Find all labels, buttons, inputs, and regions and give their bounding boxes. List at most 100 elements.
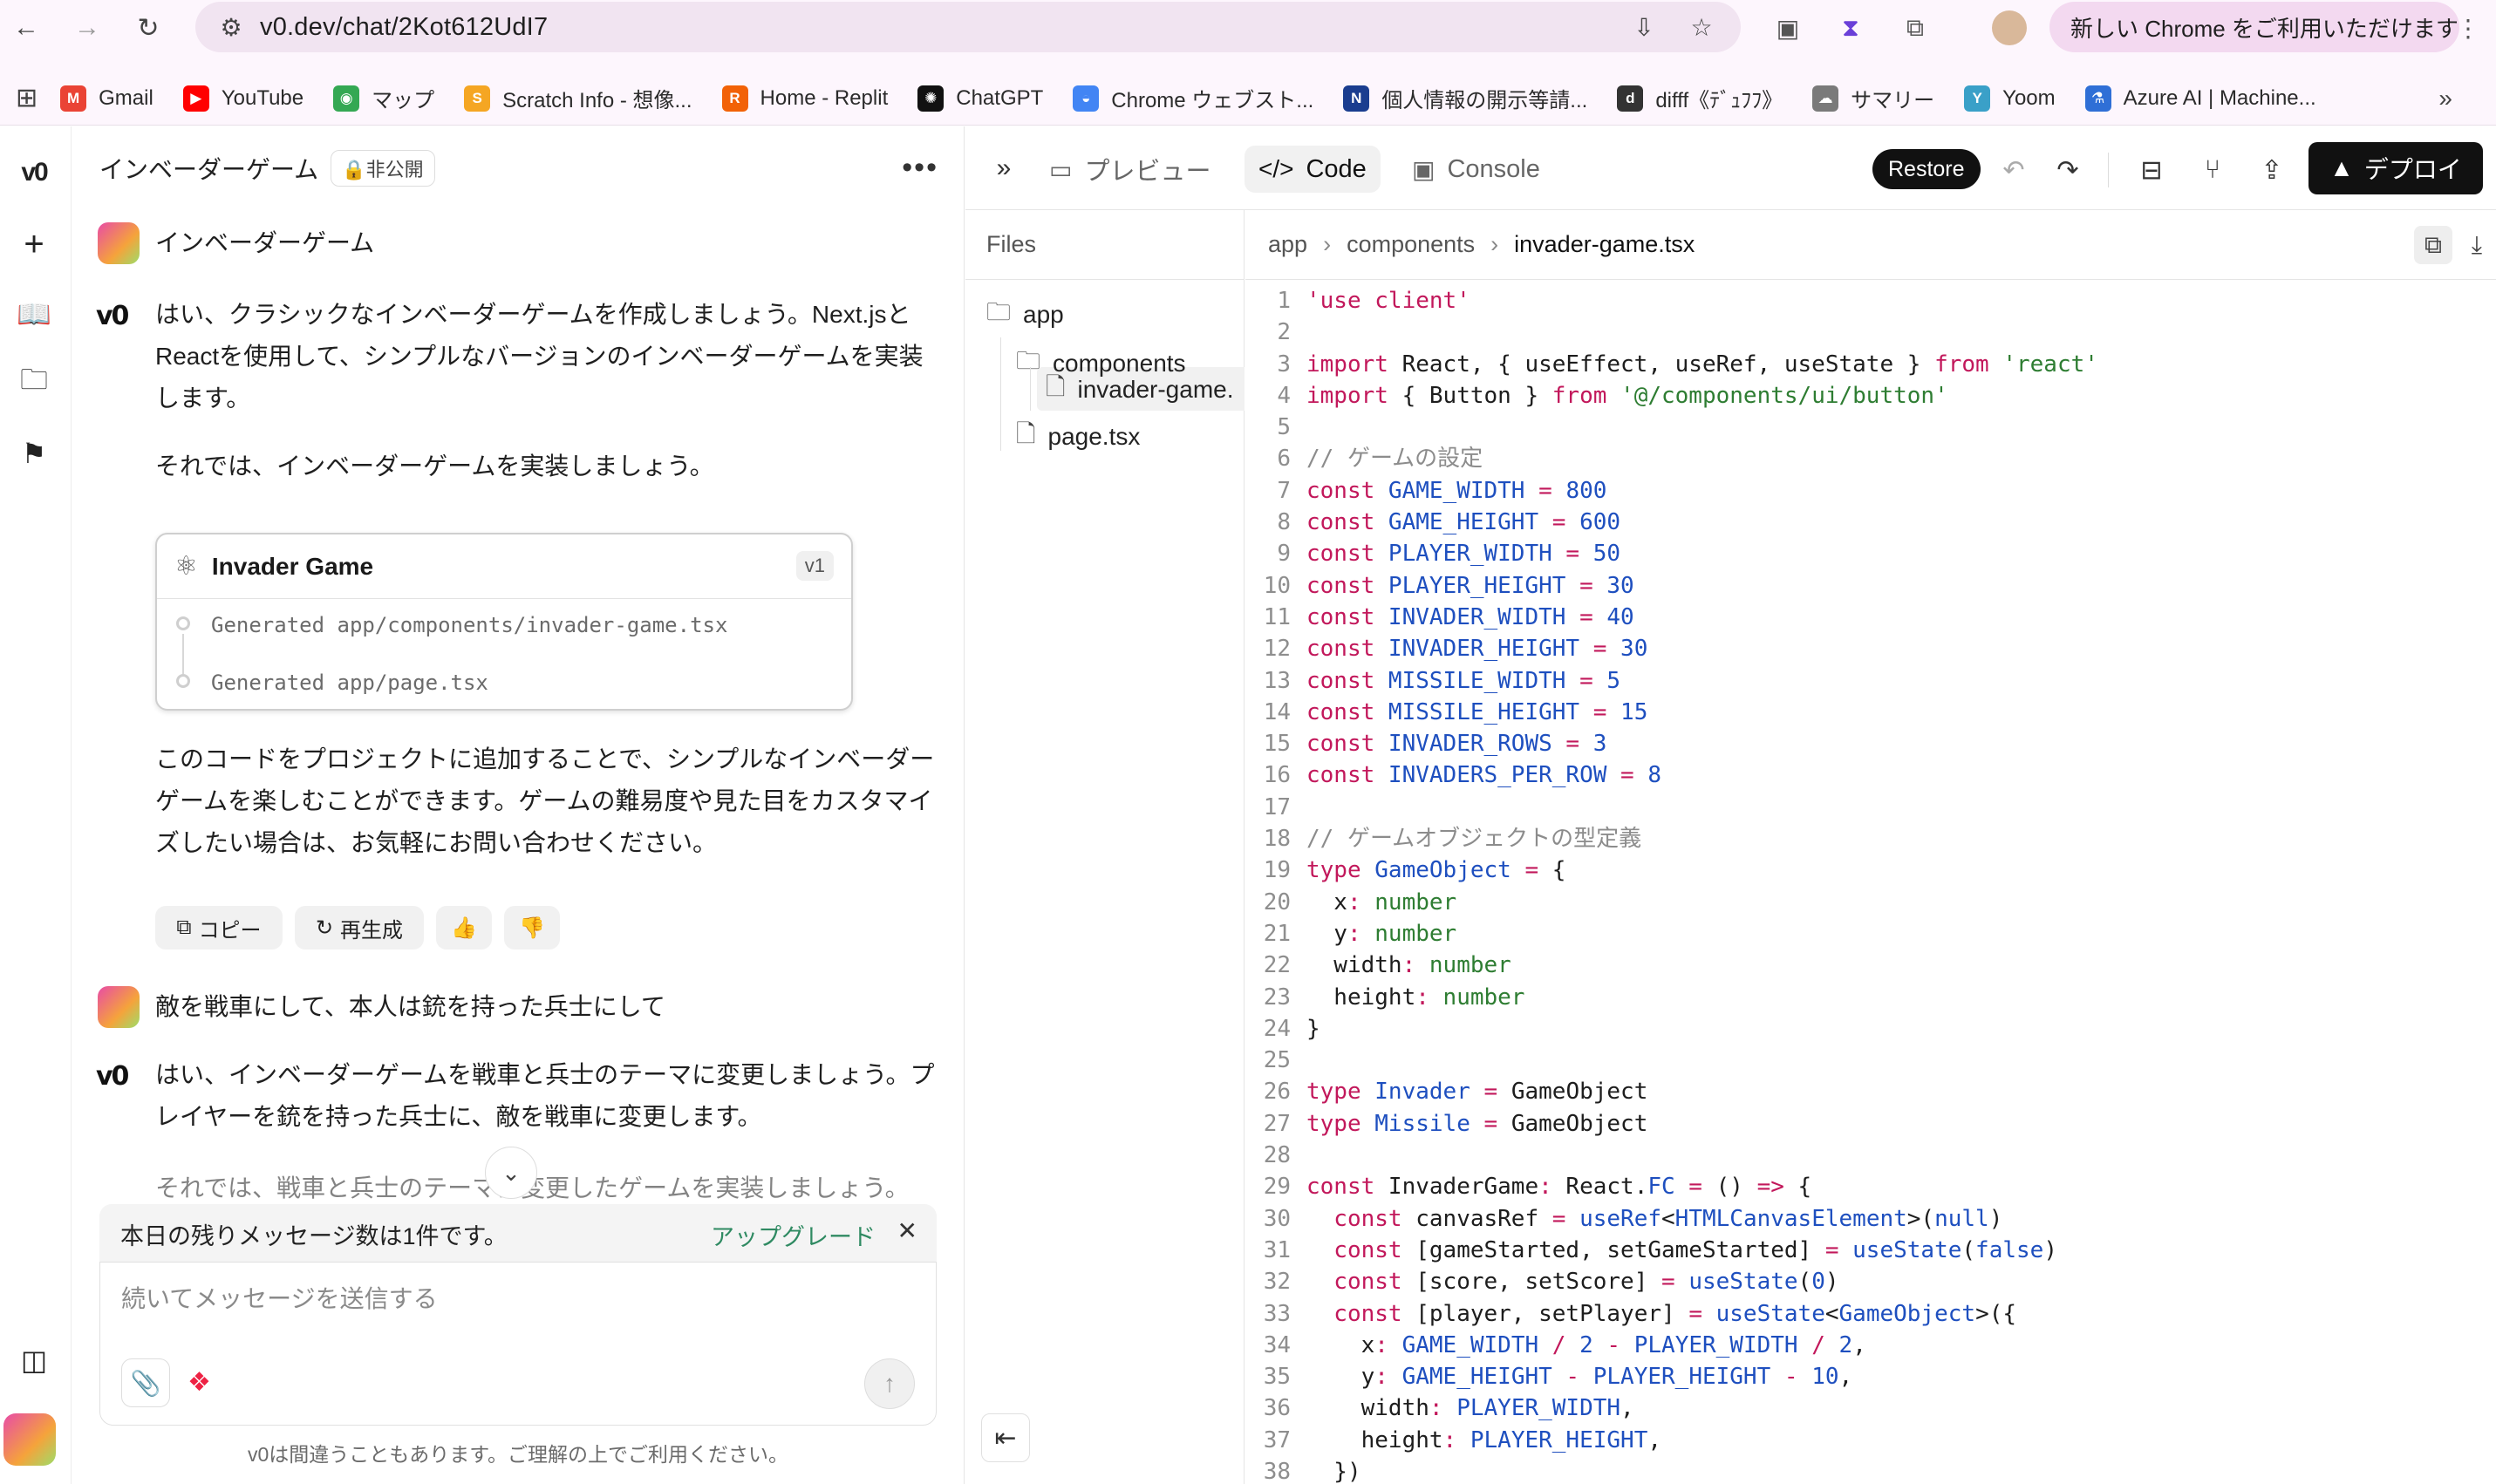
bookmark-item[interactable]: Y Yoom (1964, 85, 2056, 112)
share-icon[interactable]: ⇪ (2253, 151, 2291, 189)
code-text[interactable]: const INVADER_ROWS = 3 (1306, 728, 1606, 759)
code-text[interactable]: const GAME_HEIGHT = 600 (1306, 507, 1620, 538)
bookmark-item[interactable]: N 個人情報の開示等請... (1343, 83, 1587, 113)
code-text[interactable]: height: number (1306, 982, 1524, 1013)
tree-folder-app[interactable]: 🗀 app (986, 294, 1064, 336)
code-text[interactable]: } (1306, 1013, 1320, 1045)
code-text[interactable]: x: GAME_WIDTH / 2 - PLAYER_WIDTH / 2, (1306, 1330, 1866, 1361)
forward-icon[interactable]: → (66, 7, 108, 49)
install-icon[interactable]: ⇩ (1626, 9, 1662, 45)
code-text[interactable]: // ゲームオブジェクトの型定義 (1306, 823, 1641, 854)
code-text[interactable]: const [gameStarted, setGameStarted] = us… (1306, 1235, 2057, 1266)
deploy-button[interactable]: ▲ デプロイ (2308, 142, 2483, 194)
thumbs-down-icon[interactable]: 👎 (504, 906, 560, 950)
code-text[interactable]: type Invader = GameObject (1306, 1076, 1647, 1107)
expand-icon[interactable]: » (985, 149, 1023, 187)
extension-icon[interactable]: ⧗ (1833, 10, 1868, 45)
save-icon[interactable]: ⊟ (2132, 151, 2171, 189)
tab-console[interactable]: ▣ Console (1398, 146, 1554, 193)
more-options-icon[interactable]: ••• (902, 151, 938, 185)
copy-button[interactable]: ⧉ コピー (155, 906, 283, 950)
redo-icon[interactable]: ↷ (2049, 151, 2087, 189)
thumbs-up-icon[interactable]: 👍 (436, 906, 492, 950)
send-icon[interactable]: ↑ (864, 1358, 915, 1409)
breadcrumb-item[interactable]: components (1347, 231, 1475, 258)
branch-icon[interactable]: ⑂ (2193, 151, 2232, 189)
apps-grid-icon[interactable]: ⊞ (16, 83, 38, 113)
bookmark-item[interactable]: ◒ Chrome ウェブスト... (1073, 83, 1313, 113)
generation-card[interactable]: ⚛ Invader Game v1 Generated app/componen… (155, 533, 853, 711)
code-text[interactable]: const [player, setPlayer] = useState<Gam… (1306, 1298, 2016, 1330)
scroll-down-icon[interactable]: ⌄ (485, 1147, 537, 1199)
code-text[interactable]: const MISSILE_HEIGHT = 15 (1306, 697, 1647, 728)
bookmark-item[interactable]: M Gmail (60, 85, 153, 112)
close-icon[interactable]: ✕ (897, 1216, 917, 1245)
cast-icon[interactable]: ▣ (1770, 10, 1805, 45)
message-input[interactable] (121, 1280, 906, 1332)
v0-logo[interactable]: v0 (7, 146, 61, 200)
book-icon[interactable]: 📖 (7, 287, 61, 341)
restore-button[interactable]: Restore (1872, 149, 1981, 189)
tree-file-invader-game[interactable]: 🗋 invader-game. (1046, 369, 1234, 411)
undo-icon[interactable]: ↶ (1995, 151, 2033, 189)
bookmark-item[interactable]: ▶ YouTube (182, 85, 303, 112)
bookmark-item[interactable]: ✺ ChatGPT (917, 85, 1043, 112)
code-text[interactable]: const INVADERS_PER_ROW = 8 (1306, 759, 1661, 791)
back-icon[interactable]: ← (5, 7, 47, 49)
bookmark-item[interactable]: d difff《ﾃﾞｭﾌﾌ》 (1617, 83, 1783, 113)
code-text[interactable]: const MISSILE_WIDTH = 5 (1306, 665, 1620, 697)
profile-avatar[interactable] (1992, 10, 2027, 45)
puzzle-icon[interactable]: ⧉ (1898, 10, 1933, 45)
upgrade-link[interactable]: アップグレード (711, 1218, 876, 1252)
figma-icon[interactable]: ❖ (188, 1367, 211, 1398)
bookmark-item[interactable]: ⚗ Azure AI | Machine... (2084, 85, 2316, 112)
attach-icon[interactable]: 📎 (121, 1358, 170, 1407)
code-text[interactable]: const PLAYER_HEIGHT = 30 (1306, 570, 1634, 602)
code-text[interactable]: const InvaderGame: React.FC = () => { (1306, 1171, 1811, 1202)
code-text[interactable]: width: PLAYER_WIDTH, (1306, 1392, 1634, 1424)
code-text[interactable]: const PLAYER_WIDTH = 50 (1306, 538, 1620, 569)
new-chat-icon[interactable]: + (7, 217, 61, 271)
kebab-menu-icon[interactable]: ⋮ (2451, 10, 2486, 45)
code-text[interactable]: type Missile = GameObject (1306, 1108, 1647, 1140)
reload-icon[interactable]: ↻ (127, 7, 169, 49)
bookmark-item[interactable]: R Home - Replit (721, 85, 888, 112)
code-text[interactable]: x: number (1306, 887, 1456, 918)
site-info-icon[interactable]: ⚙ (213, 9, 249, 45)
bookmark-item[interactable]: ◉ マップ (333, 83, 434, 113)
bookmark-item[interactable]: ☁ サマリー (1812, 83, 1934, 113)
tab-code[interactable]: </> Code (1245, 146, 1381, 193)
tree-file-page[interactable]: 🗋 page.tsx (1016, 416, 1140, 458)
user-avatar[interactable] (3, 1413, 56, 1466)
sidebar-toggle-icon[interactable]: ◫ (7, 1333, 61, 1387)
code-text[interactable]: y: number (1306, 918, 1456, 950)
flag-icon[interactable]: ⚑ (7, 426, 61, 480)
copy-code-icon[interactable]: ⧉ (2414, 226, 2452, 264)
download-icon[interactable]: ⤓ (2458, 226, 2496, 264)
code-text[interactable]: 'use client' (1306, 285, 1470, 317)
code-text[interactable]: height: PLAYER_HEIGHT, (1306, 1425, 1661, 1456)
code-text[interactable]: import React, { useEffect, useRef, useSt… (1306, 349, 2098, 380)
address-bar[interactable]: ⚙ v0.dev/chat/2Kot612UdI7 ⇩ ☆ (195, 2, 1741, 52)
bookmark-item[interactable]: S Scratch Info - 想像... (464, 83, 692, 113)
collapse-panel-icon[interactable]: ⇤ (981, 1413, 1030, 1462)
code-text[interactable]: y: GAME_HEIGHT - PLAYER_HEIGHT - 10, (1306, 1361, 1853, 1392)
chrome-update-button[interactable]: 新しい Chrome をご利用いただけます (2049, 2, 2459, 52)
folder-icon[interactable]: 🗀 (7, 357, 61, 411)
code-text[interactable]: const [score, setScore] = useState(0) (1306, 1266, 1838, 1297)
code-text[interactable]: width: number (1306, 950, 1511, 981)
regenerate-button[interactable]: ↻ 再生成 (295, 906, 424, 950)
code-text[interactable]: const INVADER_HEIGHT = 30 (1306, 633, 1647, 664)
code-text[interactable]: type GameObject = { (1306, 854, 1565, 886)
code-text[interactable]: const INVADER_WIDTH = 40 (1306, 602, 1634, 633)
more-bookmarks-icon[interactable]: » (2438, 85, 2452, 112)
bookmark-star-icon[interactable]: ☆ (1683, 9, 1720, 45)
code-text[interactable]: }) (1306, 1456, 1361, 1484)
code-text[interactable]: const canvasRef = useRef<HTMLCanvasEleme… (1306, 1203, 2002, 1235)
code-text[interactable]: import { Button } from '@/components/ui/… (1306, 380, 1948, 412)
breadcrumb-item[interactable]: app (1268, 231, 1307, 258)
tab-preview[interactable]: ▭ プレビュー (1035, 146, 1224, 193)
code-text[interactable]: // ゲームの設定 (1306, 443, 1483, 474)
code-text[interactable]: const GAME_WIDTH = 800 (1306, 475, 1606, 507)
private-badge[interactable]: 🔒非公開 (331, 150, 435, 187)
